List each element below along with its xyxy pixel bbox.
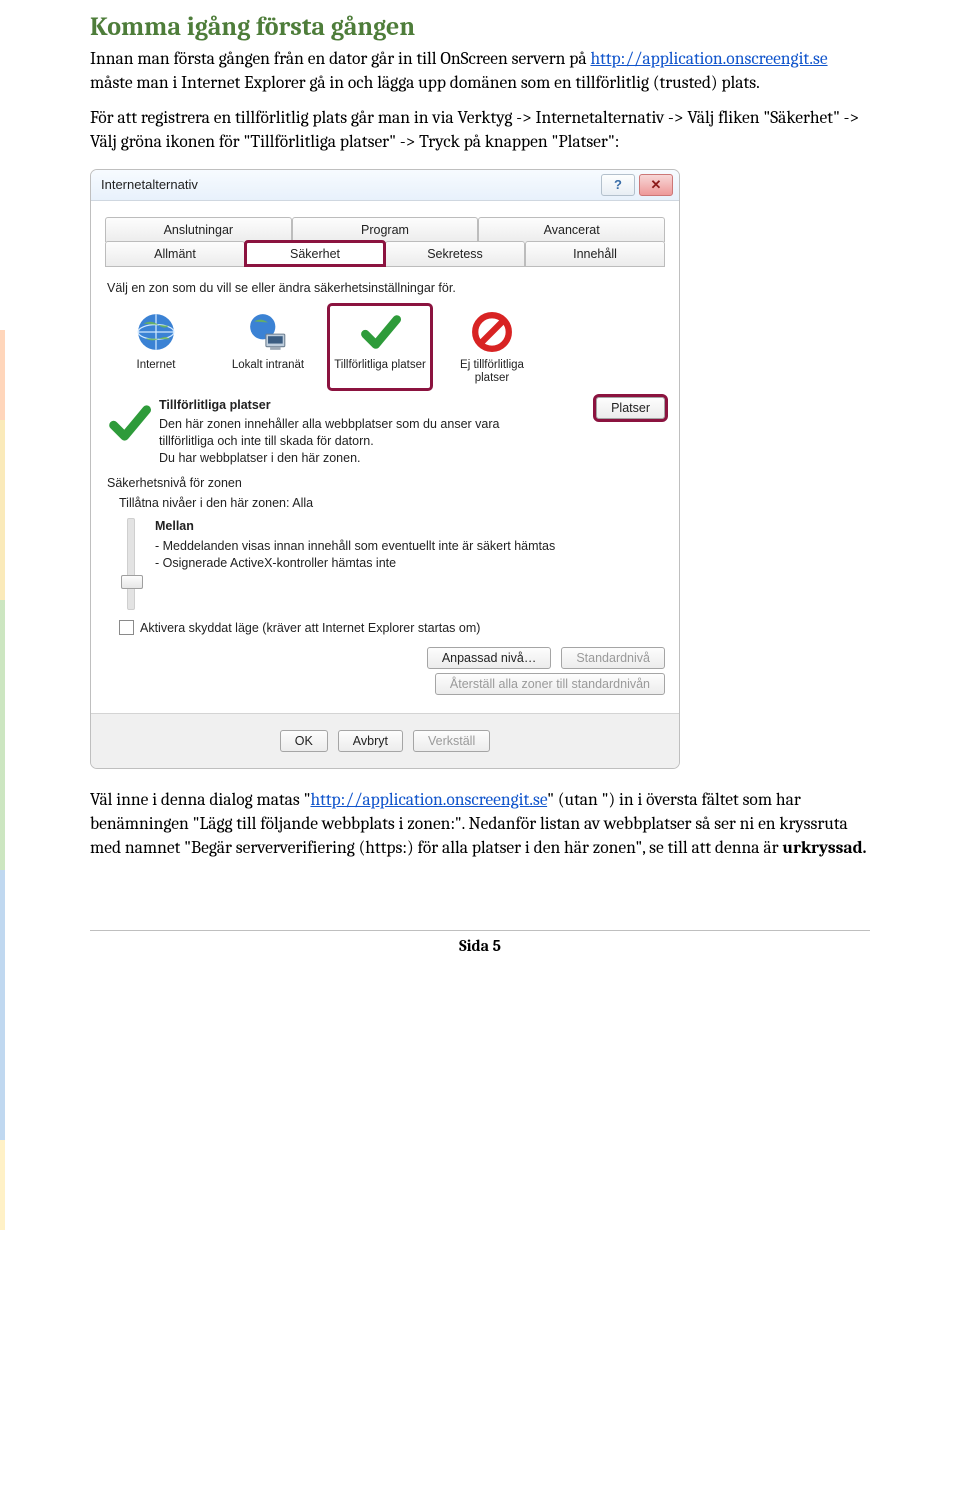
zone-trusted[interactable]: Tillförlitliga platser xyxy=(329,305,431,389)
zone-restricted[interactable]: Ej tillförlitliga platser xyxy=(441,305,543,389)
security-slider[interactable] xyxy=(127,518,135,610)
page-heading: Komma igång första gången xyxy=(90,12,870,42)
zone-desc-line: Den här zonen innehåller alla webbplatse… xyxy=(159,416,537,450)
cancel-button[interactable]: Avbryt xyxy=(338,730,403,752)
ok-button[interactable]: OK xyxy=(280,730,328,752)
protected-mode-row[interactable]: Aktivera skyddat läge (kräver att Intern… xyxy=(119,620,665,635)
zone-desc-line: Du har webbplatser i den här zonen. xyxy=(159,450,537,467)
internet-options-dialog: Internetalternativ ? ✕ Anslutningar Prog… xyxy=(90,169,680,770)
trusted-check-large-icon xyxy=(107,397,151,467)
close-icon: ✕ xyxy=(651,177,662,193)
allowed-levels: Tillåtna nivåer i den här zonen: Alla xyxy=(119,496,665,510)
zone-list: Internet Lokalt intranät Tillförlitliga … xyxy=(105,305,665,389)
globe-icon xyxy=(133,309,179,355)
intranet-icon xyxy=(245,309,291,355)
tab-sekretess[interactable]: Sekretess xyxy=(385,241,525,266)
tab-sakerhet[interactable]: Säkerhet xyxy=(245,241,385,266)
level-bullet: - Meddelanden visas innan innehåll som e… xyxy=(155,538,555,556)
zone-instruction: Välj en zon som du vill se eller ändra s… xyxy=(107,281,665,295)
slider-thumb[interactable] xyxy=(121,575,143,589)
help-button[interactable]: ? xyxy=(601,174,635,196)
default-level-button[interactable]: Standardnivå xyxy=(561,647,665,669)
security-level-heading: Säkerhetsnivå för zonen xyxy=(107,476,665,490)
closing-paragraph: Väl inne i denna dialog matas "http://ap… xyxy=(90,789,870,860)
level-name: Mellan xyxy=(155,518,555,536)
restricted-icon xyxy=(469,309,515,355)
platser-button[interactable]: Platser xyxy=(596,397,665,419)
dialog-title: Internetalternativ xyxy=(101,177,597,192)
reset-zones-button[interactable]: Återställ alla zoner till standardnivån xyxy=(435,673,665,695)
zone-desc-title: Tillförlitliga platser xyxy=(159,397,537,414)
onscreen-link[interactable]: http://application.onscreengit.se xyxy=(590,49,827,69)
close-button[interactable]: ✕ xyxy=(639,174,673,196)
tab-innehall[interactable]: Innehåll xyxy=(525,241,665,266)
tab-strip: Anslutningar Program Avancerat Allmänt S… xyxy=(105,217,665,267)
protected-mode-label: Aktivera skyddat läge (kräver att Intern… xyxy=(140,621,480,635)
trusted-check-icon xyxy=(357,309,403,355)
decorative-strip xyxy=(0,330,5,1230)
help-icon: ? xyxy=(614,177,622,192)
tab-allmant[interactable]: Allmänt xyxy=(105,241,245,266)
protected-mode-checkbox[interactable] xyxy=(119,620,134,635)
tab-anslutningar[interactable]: Anslutningar xyxy=(105,217,292,242)
intro-paragraph: Innan man första gången från en dator gå… xyxy=(90,48,870,95)
security-level-row: Mellan - Meddelanden visas innan innehål… xyxy=(119,518,665,610)
page-footer: Sida 5 xyxy=(90,930,870,955)
dialog-titlebar: Internetalternativ ? ✕ xyxy=(91,170,679,201)
tab-program[interactable]: Program xyxy=(292,217,479,242)
custom-level-button[interactable]: Anpassad nivå… xyxy=(427,647,552,669)
tab-avancerat[interactable]: Avancerat xyxy=(478,217,665,242)
page-number: Sida 5 xyxy=(459,937,501,955)
instruction-paragraph: För att registrera en tillförlitlig plat… xyxy=(90,107,870,154)
zone-intranet[interactable]: Lokalt intranät xyxy=(217,305,319,389)
apply-button[interactable]: Verkställ xyxy=(413,730,490,752)
level-bullet: - Osignerade ActiveX-kontroller hämtas i… xyxy=(155,555,555,573)
zone-description-block: Tillförlitliga platser Den här zonen inn… xyxy=(107,397,665,467)
zone-internet[interactable]: Internet xyxy=(105,305,207,389)
onscreen-link-2[interactable]: http://application.onscreengit.se xyxy=(310,790,547,810)
